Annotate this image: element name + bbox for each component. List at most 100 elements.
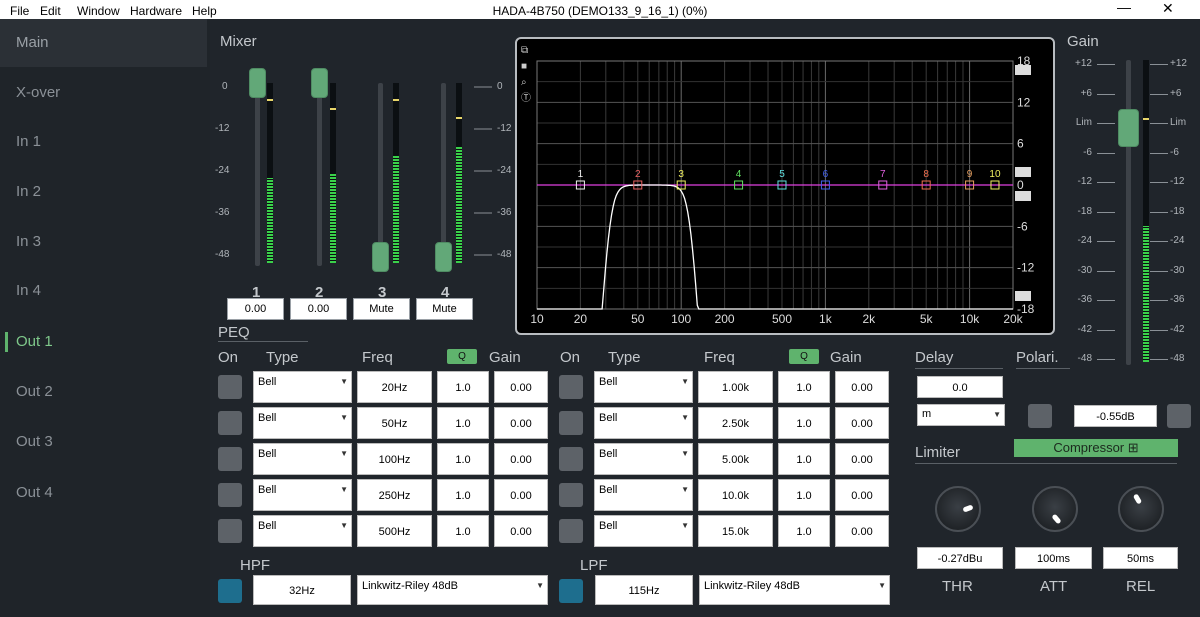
peq-q-input[interactable]: 1.0 [437,479,489,511]
peq-q-input[interactable]: 1.0 [778,479,830,511]
channel-value-2[interactable]: 0.00 [290,298,347,320]
peq-on-toggle[interactable] [559,483,583,507]
scale-up-button[interactable] [1015,167,1031,177]
lpf-freq-input[interactable]: 115Hz [595,575,693,605]
sidebar-item-out-3[interactable]: Out 3 [0,418,207,466]
polarity-toggle[interactable] [1028,404,1052,428]
peq-freq-input[interactable]: 100Hz [357,443,432,475]
peq-freq-input[interactable]: 1.00k [698,371,773,403]
sidebar-item-out-2[interactable]: Out 2 [0,368,207,416]
menu-file[interactable]: File [10,4,29,18]
delay-value-input[interactable]: 0.0 [917,376,1003,398]
peq-type-select[interactable]: Bell [253,479,352,511]
channel-value-1[interactable]: 0.00 [227,298,284,320]
peq-q-input[interactable]: 1.0 [437,407,489,439]
peq-on-toggle[interactable] [559,375,583,399]
peq-freq-input[interactable]: 500Hz [357,515,432,547]
peq-q-input[interactable]: 1.0 [437,443,489,475]
sidebar-item-out-4[interactable]: Out 4 [0,469,207,517]
lpf-on-toggle[interactable] [559,579,583,603]
peq-q-input[interactable]: 1.0 [437,515,489,547]
sidebar-item-in-2[interactable]: In 2 [0,168,207,216]
peq-q-input[interactable]: 1.0 [437,371,489,403]
peq-gain-input[interactable]: 0.00 [494,371,548,403]
compressor-button[interactable]: Compressor ⊞ [1014,439,1178,457]
peq-type-select[interactable]: Bell [253,515,352,547]
peq-freq-input[interactable]: 10.0k [698,479,773,511]
delay-unit-select[interactable]: m [917,404,1005,426]
menu-help[interactable]: Help [192,4,217,18]
peq-gain-input[interactable]: 0.00 [835,407,889,439]
peq-on-toggle[interactable] [218,447,242,471]
close-button[interactable]: ✕ [1162,0,1174,17]
peq-on-toggle[interactable] [559,411,583,435]
peq-type-select[interactable]: Bell [253,443,352,475]
eq-graph[interactable]: ⧉ ■ ⌕ Ⓣ 10 20 50 100 200 500 1k 2k 5k 10k 20k 18 12 6… [515,37,1055,335]
fader-knob-1[interactable] [249,68,266,98]
peq-on-toggle[interactable] [218,483,242,507]
fader-knob-2[interactable] [311,68,328,98]
peq-q-input[interactable]: 1.0 [778,407,830,439]
peq-on-toggle[interactable] [218,519,242,543]
sidebar-item-out-1[interactable]: Out 1 [0,318,207,366]
scale-up-button[interactable] [1015,65,1031,75]
peq-q-input[interactable]: 1.0 [778,371,830,403]
rel-knob[interactable] [1118,486,1164,532]
sidebar-item-in-3[interactable]: In 3 [0,218,207,266]
peq-freq-input[interactable]: 15.0k [698,515,773,547]
peq-on-toggle[interactable] [559,447,583,471]
output-gain-input[interactable]: -0.55dB [1074,405,1157,427]
lpf-type-select[interactable]: Linkwitz-Riley 48dB [699,575,890,605]
peq-freq-input[interactable]: 250Hz [357,479,432,511]
scale-down-button[interactable] [1015,191,1031,201]
peq-gain-input[interactable]: 0.00 [835,479,889,511]
channel-value-3[interactable]: Mute [353,298,410,320]
att-value-input[interactable]: 100ms [1015,547,1092,569]
peq-freq-input[interactable]: 2.50k [698,407,773,439]
peq-gain-input[interactable]: 0.00 [835,443,889,475]
gain-fader-knob[interactable] [1118,109,1139,147]
menu-edit[interactable]: Edit [40,4,61,18]
thr-value-input[interactable]: -0.27dBu [917,547,1003,569]
peq-q-input[interactable]: 1.0 [778,443,830,475]
sidebar-item-in-1[interactable]: In 1 [0,118,207,166]
sidebar-item-x-over[interactable]: X-over [0,69,207,117]
sidebar-item-main[interactable]: Main [0,19,207,67]
fader-knob-3[interactable] [372,242,389,272]
fader-knob-4[interactable] [435,242,452,272]
peq-gain-input[interactable]: 0.00 [835,515,889,547]
hpf-freq-input[interactable]: 32Hz [253,575,351,605]
peq-q-input[interactable]: 1.0 [778,515,830,547]
hpf-on-toggle[interactable] [218,579,242,603]
peq-on-toggle[interactable] [218,411,242,435]
menu-window[interactable]: Window [77,4,120,18]
peq-type-select[interactable]: Bell [253,371,352,403]
menu-hardware[interactable]: Hardware [130,4,182,18]
peq-gain-input[interactable]: 0.00 [494,479,548,511]
hpf-type-select[interactable]: Linkwitz-Riley 48dB [357,575,548,605]
thr-knob[interactable] [935,486,981,532]
peq-type-select[interactable]: Bell [594,443,693,475]
att-knob[interactable] [1032,486,1078,532]
peq-freq-input[interactable]: 50Hz [357,407,432,439]
peq-gain-input[interactable]: 0.00 [835,371,889,403]
peq-on-toggle[interactable] [218,375,242,399]
rel-value-input[interactable]: 50ms [1103,547,1178,569]
mute-toggle[interactable] [1167,404,1191,428]
channel-value-4[interactable]: Mute [416,298,473,320]
peq-gain-input[interactable]: 0.00 [494,515,548,547]
peq-type-select[interactable]: Bell [594,479,693,511]
peq-type-select[interactable]: Bell [594,515,693,547]
peq-right-q-button[interactable]: Q [789,349,819,364]
peq-gain-input[interactable]: 0.00 [494,407,548,439]
scale-down-button[interactable] [1015,291,1031,301]
sidebar-item-in-4[interactable]: In 4 [0,267,207,315]
peq-type-select[interactable]: Bell [594,371,693,403]
peq-type-select[interactable]: Bell [594,407,693,439]
peq-left-q-button[interactable]: Q [447,349,477,364]
peq-gain-input[interactable]: 0.00 [494,443,548,475]
peq-freq-input[interactable]: 5.00k [698,443,773,475]
peq-freq-input[interactable]: 20Hz [357,371,432,403]
minimize-button[interactable]: — [1117,0,1131,15]
peq-on-toggle[interactable] [559,519,583,543]
